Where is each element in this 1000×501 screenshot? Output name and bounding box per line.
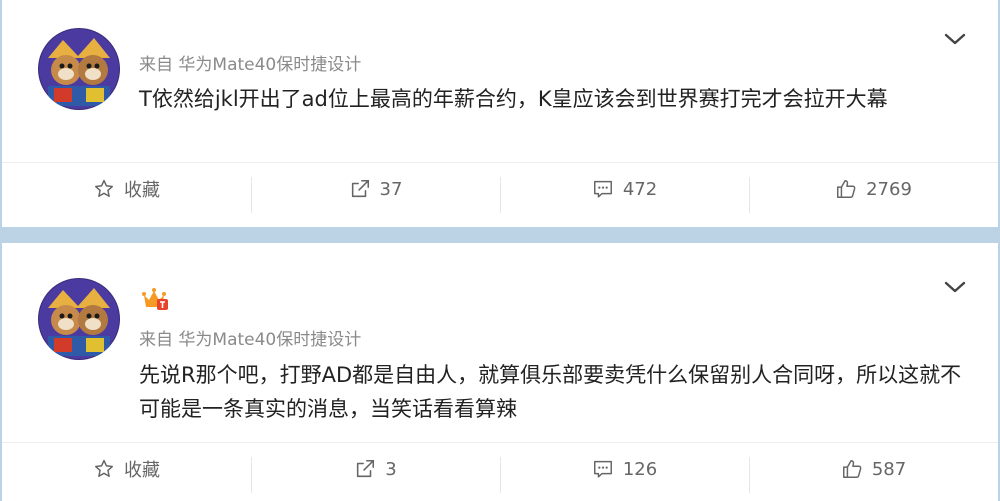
share-button[interactable]: 37 <box>251 163 500 215</box>
favorite-label: 收藏 <box>124 180 160 201</box>
like-count: 2769 <box>866 178 912 200</box>
post-text: 先说R那个吧，打野AD都是自由人，就算俱乐部要卖凭什么保留别人合同呀，所以这就不… <box>139 363 962 421</box>
avatar[interactable] <box>38 28 120 110</box>
thumbs-up-icon <box>841 458 863 480</box>
comment-button[interactable]: 126 <box>500 443 749 495</box>
share-icon <box>354 458 376 480</box>
avatar-image <box>38 278 120 360</box>
post-actions: 收藏 37 472 2769 <box>2 162 998 215</box>
post-actions: 收藏 3 126 587 <box>2 442 998 495</box>
post-menu-chevron-down-icon[interactable] <box>944 279 966 293</box>
post-text: T依然给jkl开出了ad位上最高的年薪合约，K皇应该会到世界赛打完才会拉开大幕 <box>139 87 888 111</box>
post-card: 来自 华为Mate40保时捷设计 先说R那个吧，打野AD都是自由人，就算俱乐部要… <box>2 243 998 501</box>
like-count: 587 <box>871 458 907 480</box>
share-button[interactable]: 3 <box>251 443 500 495</box>
favorite-label: 收藏 <box>124 460 160 481</box>
favorite-button[interactable]: 收藏 <box>2 443 251 495</box>
post-source: 来自 华为Mate40保时捷设计 <box>139 330 362 350</box>
comment-icon <box>592 178 614 200</box>
star-outline-icon <box>93 458 115 480</box>
like-button[interactable]: 2769 <box>749 163 998 215</box>
avatar-image <box>38 28 120 110</box>
post-menu-chevron-down-icon[interactable] <box>944 31 966 45</box>
post-card: 来自 华为Mate40保时捷设计 T依然给jkl开出了ad位上最高的年薪合约，K… <box>2 0 998 227</box>
crown-badge-icon[interactable] <box>141 286 169 312</box>
comment-count: 126 <box>622 458 658 480</box>
like-button[interactable]: 587 <box>749 443 998 495</box>
thumbs-up-icon <box>835 178 857 200</box>
comment-count: 472 <box>622 178 658 200</box>
comment-icon <box>592 458 614 480</box>
avatar[interactable] <box>38 278 120 360</box>
share-count: 3 <box>385 458 397 480</box>
post-source: 来自 华为Mate40保时捷设计 <box>139 55 362 75</box>
favorite-button[interactable]: 收藏 <box>2 163 251 215</box>
comment-button[interactable]: 472 <box>500 163 749 215</box>
share-count: 37 <box>379 178 403 200</box>
star-outline-icon <box>93 178 115 200</box>
share-icon <box>349 178 371 200</box>
